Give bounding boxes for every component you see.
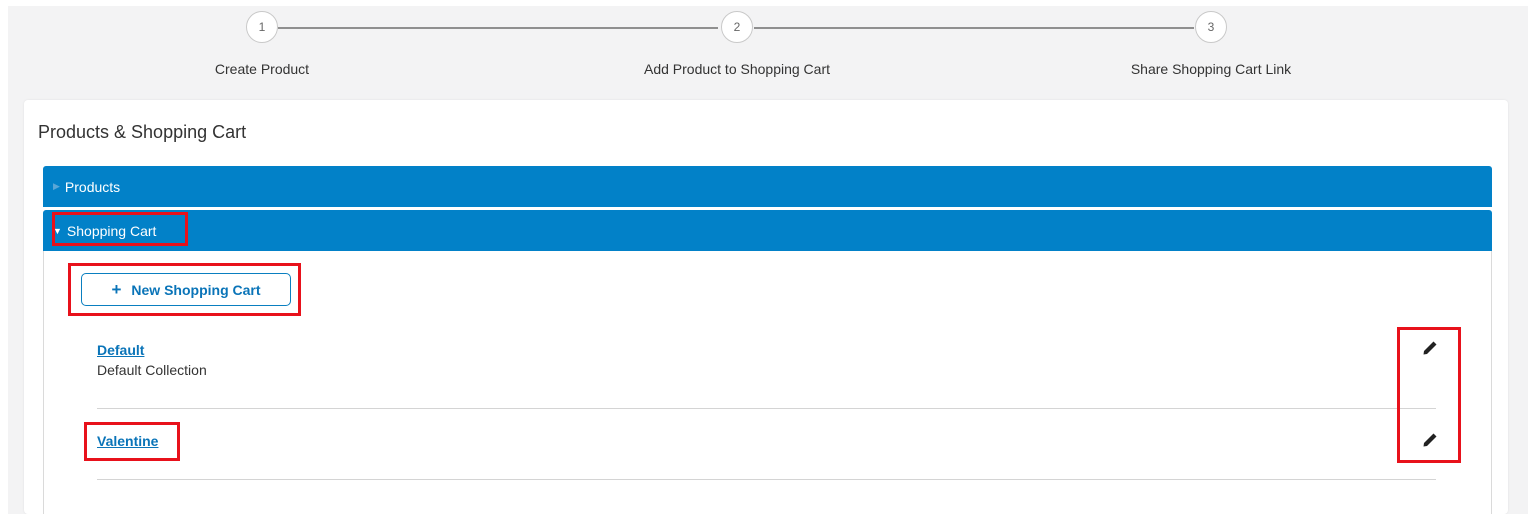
step-2-number: 2 xyxy=(733,20,741,34)
cart-link-default[interactable]: Default xyxy=(97,342,144,358)
step-1-circle: 1 xyxy=(246,11,278,43)
step-1-number: 1 xyxy=(258,20,266,34)
new-shopping-cart-button[interactable]: + New Shopping Cart xyxy=(81,273,291,306)
stepper-connector xyxy=(754,27,1194,29)
accordion-shopping-cart-label: Shopping Cart xyxy=(66,222,157,239)
caret-right-icon: ▶ xyxy=(53,181,60,191)
plus-icon: + xyxy=(111,279,122,299)
step-3-label: Share Shopping Cart Link xyxy=(1130,61,1292,77)
cart-link-valentine[interactable]: Valentine xyxy=(97,433,158,449)
products-cart-card: Products & Shopping Cart ▶ Products ▼ Sh… xyxy=(24,100,1508,514)
cart-divider xyxy=(97,479,1436,480)
step-3-circle: 3 xyxy=(1195,11,1227,43)
card-title: Products & Shopping Cart xyxy=(38,122,247,142)
step-3-number: 3 xyxy=(1207,20,1215,34)
accordion-shopping-cart-header[interactable]: ▼ Shopping Cart xyxy=(43,210,1492,251)
accordion-products-label: Products xyxy=(64,178,121,195)
pencil-icon[interactable] xyxy=(1422,340,1438,356)
pencil-icon[interactable] xyxy=(1422,432,1438,448)
step-2-circle: 2 xyxy=(721,11,753,43)
caret-down-icon: ▼ xyxy=(53,225,62,236)
stepper-connector xyxy=(278,27,718,29)
new-shopping-cart-label: New Shopping Cart xyxy=(131,281,261,298)
accordion-products-header[interactable]: ▶ Products xyxy=(43,166,1492,207)
step-1-label: Create Product xyxy=(214,61,310,77)
step-2-label: Add Product to Shopping Cart xyxy=(643,61,831,77)
cart-description-default: Default Collection xyxy=(97,362,207,378)
cart-divider xyxy=(97,408,1436,409)
